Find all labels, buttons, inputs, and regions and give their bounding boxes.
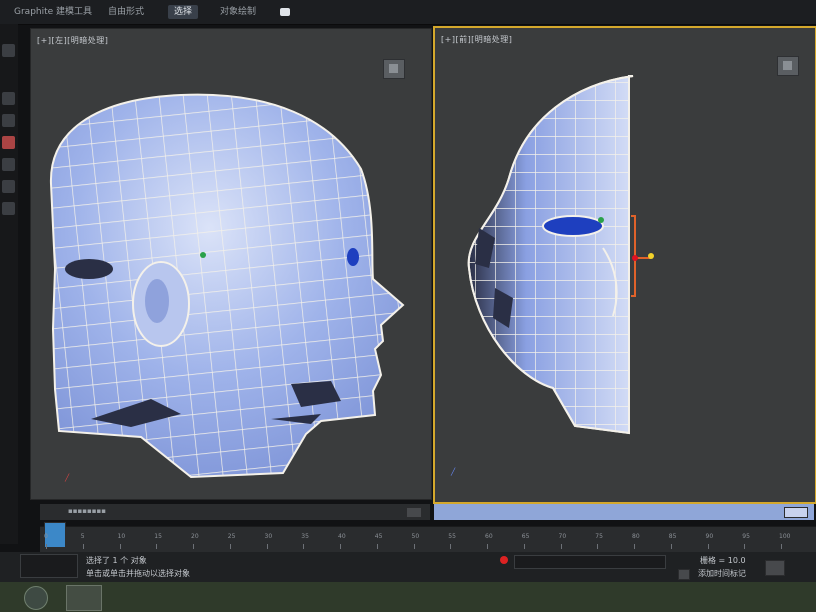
menu-selection[interactable]: 选择 bbox=[168, 5, 199, 19]
timeline-tick-label: 35 bbox=[301, 533, 309, 540]
timeline-tick bbox=[193, 544, 194, 549]
slider-thumb[interactable] bbox=[784, 507, 808, 518]
camera-icon[interactable] bbox=[280, 8, 290, 16]
timeline-tick bbox=[487, 544, 488, 549]
timeline-tick-label: 100 bbox=[779, 533, 791, 540]
taskbar-app-button[interactable] bbox=[66, 585, 102, 611]
timeline-tick-label: 50 bbox=[411, 533, 420, 540]
timeline-tick-label: 0 bbox=[44, 533, 48, 540]
timeline-tick-label: 95 bbox=[742, 533, 750, 540]
timeline-tick bbox=[266, 544, 268, 549]
head-side-mesh bbox=[49, 93, 405, 479]
timeline-tick bbox=[82, 544, 84, 549]
menu-freeform[interactable]: 自由形式 bbox=[102, 5, 150, 19]
taskbar bbox=[0, 582, 816, 612]
timeline-tick bbox=[303, 544, 305, 549]
timeline-tick-label: 10 bbox=[117, 533, 126, 540]
motion-icon[interactable] bbox=[2, 136, 15, 149]
slider-button[interactable] bbox=[406, 507, 422, 518]
timeline-tick bbox=[523, 544, 525, 549]
timeline-tick bbox=[229, 544, 231, 549]
timeline-tick-label: 75 bbox=[595, 533, 603, 540]
timeline-tick bbox=[450, 544, 452, 549]
add-time-tag[interactable]: 添加时间标记 bbox=[698, 568, 746, 579]
axis-x-icon: ╱ bbox=[65, 474, 70, 482]
timeline-tick-label: 25 bbox=[227, 533, 236, 540]
timeline-tick-label: 20 bbox=[191, 533, 199, 540]
timeline-tick bbox=[376, 544, 378, 549]
display-icon[interactable] bbox=[2, 158, 15, 171]
timeline-tick-label: 15 bbox=[154, 533, 162, 540]
timeline-tick bbox=[156, 544, 158, 549]
slider-label: ▪▪▪▪▪▪▪▪ bbox=[68, 507, 106, 515]
timeline-tick-label: 65 bbox=[521, 533, 530, 540]
timeline-tick-label: 55 bbox=[448, 533, 456, 540]
ribbon-bar: Graphite 建模工具 自由形式 选择 对象绘制 bbox=[0, 0, 816, 25]
create-icon[interactable] bbox=[2, 44, 15, 57]
utilities-icon[interactable] bbox=[2, 180, 15, 193]
maxscript-listener[interactable] bbox=[20, 554, 78, 578]
timeline-tick-label: 80 bbox=[632, 533, 640, 540]
grid-label: 栅格 = 10.0 bbox=[700, 556, 746, 565]
left-toolbar bbox=[0, 24, 18, 544]
axis-icon: ╱ bbox=[451, 468, 456, 476]
timeline-tick-label: 45 bbox=[374, 533, 383, 540]
timeline-tick bbox=[634, 544, 635, 549]
timeline-tick-label: 70 bbox=[558, 533, 567, 540]
windows-start-icon[interactable] bbox=[24, 586, 48, 610]
viewport-front[interactable]: [+][前][明暗处理] ╱ bbox=[433, 26, 816, 504]
coordinate-field[interactable] bbox=[514, 555, 666, 569]
time-tag-icon[interactable] bbox=[678, 569, 690, 580]
timeline-ruler[interactable]: 0 5 10 15 20 25 30 35 40 45 50 55 60 65 70 75 80 85 90 95 10… bbox=[40, 533, 790, 549]
time-slider-left[interactable]: ▪▪▪▪▪▪▪▪ bbox=[40, 504, 430, 520]
timeline-tick bbox=[597, 544, 599, 549]
timeline-tick-label: 90 bbox=[705, 533, 714, 540]
status-bar: 选择了 1 个 对象 单击或单击并拖动以选择对象 栅格 = 10.0 添加时间标… bbox=[0, 552, 816, 582]
timeline-tick-label: 40 bbox=[338, 533, 346, 540]
timeline-tick bbox=[781, 544, 782, 549]
menu-object-paint[interactable]: 对象绘制 bbox=[214, 5, 262, 19]
prompt-hint: 单击或单击并拖动以选择对象 bbox=[86, 569, 190, 578]
timeline-tick bbox=[340, 544, 341, 549]
hierarchy-icon[interactable] bbox=[2, 114, 15, 127]
autokey-button[interactable] bbox=[765, 560, 785, 576]
modify-icon[interactable] bbox=[2, 92, 15, 105]
timeline-tick bbox=[744, 544, 746, 549]
timeline-tick bbox=[46, 544, 47, 549]
selection-status: 选择了 1 个 对象 bbox=[86, 556, 147, 565]
tool-icon[interactable] bbox=[2, 202, 15, 215]
timeline-tick-label: 5 bbox=[80, 533, 85, 540]
viewport-left[interactable]: [+][左][明暗处理] ╱ bbox=[30, 28, 432, 500]
menu-graphite[interactable]: Graphite 建模工具 bbox=[8, 5, 98, 19]
head-front-mesh bbox=[467, 75, 654, 435]
timeline-tick bbox=[707, 544, 709, 549]
timeline-tick-label: 30 bbox=[264, 533, 273, 540]
time-slider[interactable] bbox=[434, 504, 814, 520]
timeline-tick bbox=[413, 544, 415, 549]
timeline-tick bbox=[670, 544, 672, 549]
timeline-tick bbox=[560, 544, 562, 549]
timeline-tick-label: 60 bbox=[485, 533, 493, 540]
lock-icon[interactable] bbox=[500, 556, 508, 564]
timeline-tick bbox=[119, 544, 121, 549]
timeline-tick-label: 85 bbox=[668, 533, 677, 540]
